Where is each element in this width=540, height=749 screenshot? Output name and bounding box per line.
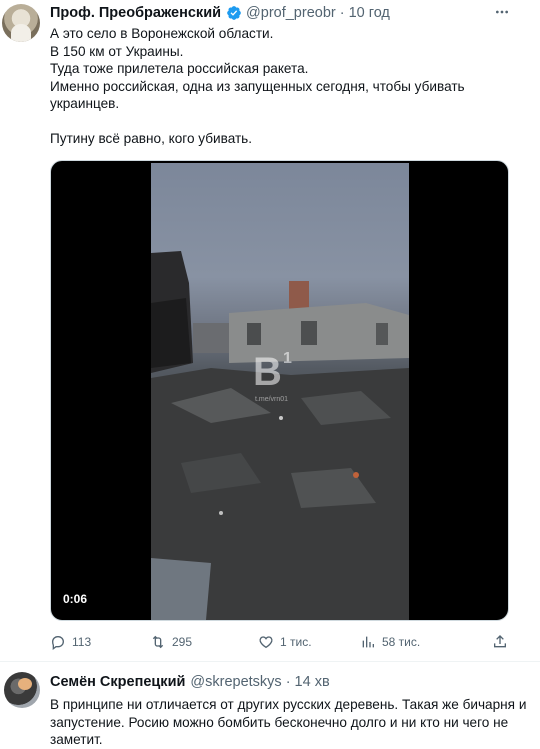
- tweet-text-line: Именно российская, одна из запущенных се…: [50, 78, 465, 112]
- author-name[interactable]: Проф. Преображенский: [50, 5, 221, 21]
- tweet-text-line: В 150 км от Украины.: [50, 43, 184, 59]
- video-player[interactable]: B 1 t.me/vrn01 0:06: [50, 160, 509, 621]
- tweet-text-line: Туда тоже прилетела российская ракета.: [50, 61, 309, 76]
- retweet-count: 295: [172, 635, 193, 649]
- reply-button[interactable]: 113: [50, 632, 91, 652]
- tweet-text-line: А это село в Воронежской области.: [50, 26, 274, 41]
- tweet-text-line: Путину всё равно, кого убивать.: [50, 131, 253, 146]
- reply-text: В принципе ни отличается от других русск…: [50, 697, 527, 747]
- reply-avatar[interactable]: [4, 672, 40, 708]
- like-button[interactable]: 1 тис.: [258, 632, 312, 652]
- tweet-actions: 113 295 1 тис. 58 тис.: [50, 632, 512, 652]
- reply-header: Семён Скрепецкий @skrepetskys · 14 хв: [50, 673, 330, 691]
- video-duration: 0:06: [63, 592, 88, 606]
- reply-icon: [51, 636, 65, 650]
- tweet-header: Проф. Преображенский @prof_preobr · 10 г…: [50, 4, 390, 22]
- reply-author-handle[interactable]: @skrepetskys: [190, 674, 281, 690]
- like-icon: [259, 636, 273, 649]
- tweet-time[interactable]: 10 год: [349, 5, 390, 21]
- views-button[interactable]: 58 тис.: [360, 632, 420, 652]
- reply-count: 113: [72, 635, 92, 649]
- tweet-text: А это село в Воронежской области. В 150 …: [50, 25, 530, 148]
- share-icon: [494, 635, 506, 648]
- like-count: 1 тис.: [280, 635, 312, 649]
- reply-time[interactable]: 14 хв: [295, 674, 330, 690]
- separator-dot: ·: [285, 674, 291, 690]
- video-frame[interactable]: B 1 t.me/vrn01: [151, 163, 409, 620]
- views-icon: [362, 636, 374, 648]
- verified-icon: [227, 6, 241, 20]
- avatar[interactable]: [2, 4, 40, 42]
- reply-author-name[interactable]: Семён Скрепецкий: [50, 674, 185, 690]
- watermark-caption: t.me/vrn01: [255, 396, 288, 403]
- retweet-button[interactable]: 295: [150, 632, 192, 652]
- share-button[interactable]: [492, 632, 508, 652]
- more-icon[interactable]: [494, 4, 510, 20]
- watermark-letter: B: [253, 350, 282, 394]
- divider: [0, 661, 540, 662]
- separator-dot: ·: [339, 5, 345, 21]
- retweet-icon: [152, 635, 164, 649]
- author-handle[interactable]: @prof_preobr: [246, 5, 336, 21]
- views-count: 58 тис.: [382, 635, 421, 649]
- video-scene: B 1 t.me/vrn01: [151, 251, 409, 620]
- watermark-superscript: 1: [283, 350, 292, 367]
